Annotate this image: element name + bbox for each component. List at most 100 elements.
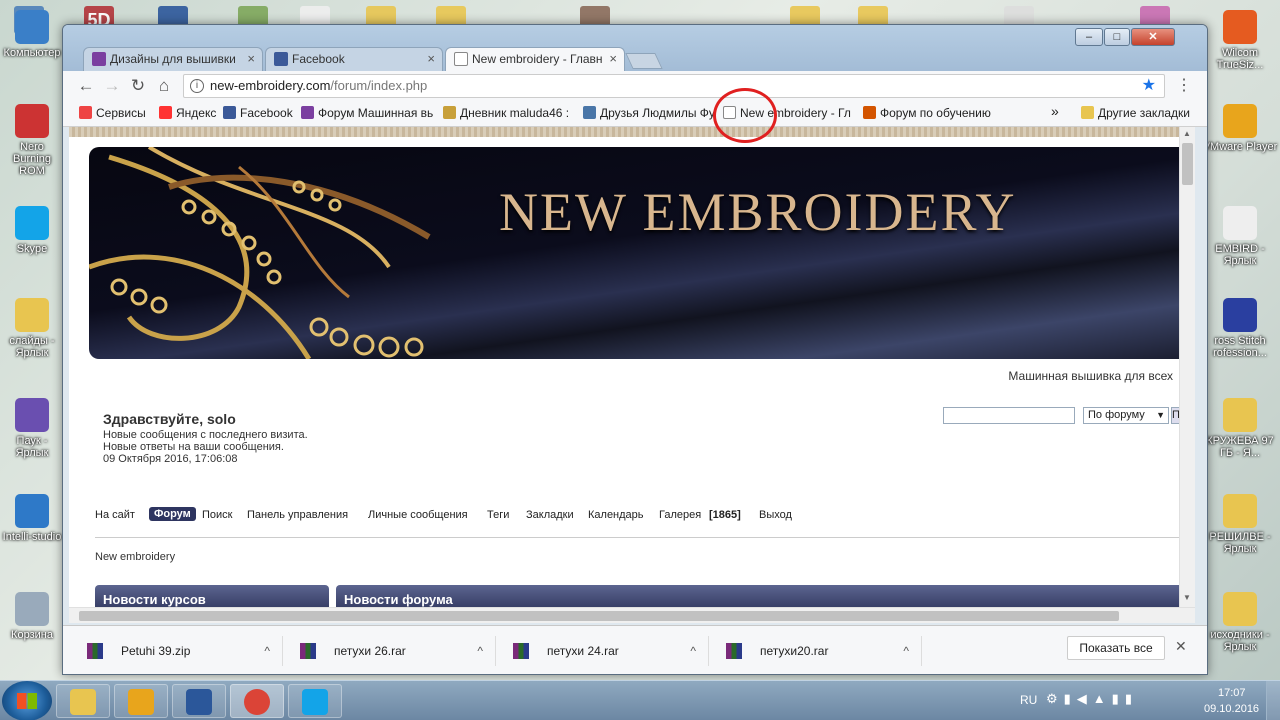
close-tab-icon[interactable]: × (427, 48, 435, 70)
tab-facebook[interactable]: Facebook × (265, 47, 443, 71)
desktop-icon-image (15, 398, 49, 432)
desktop-icon[interactable]: Wilcom TrueSiz... (1200, 10, 1280, 71)
show-desktop-button[interactable] (1266, 681, 1280, 720)
taskbar-app-skype[interactable] (288, 684, 342, 718)
desktop-icon[interactable]: ross Stitch rofession... (1200, 298, 1280, 359)
scroll-down-arrow-icon[interactable]: ▼ (1183, 593, 1191, 602)
desktop-icon-label: исходники - Ярлык (1210, 629, 1270, 653)
page-icon (454, 52, 468, 66)
back-button[interactable]: ← (75, 75, 97, 97)
chevron-up-icon[interactable]: ^ (477, 636, 483, 666)
bookmark-item[interactable]: Друзья Людмилы Фу (583, 106, 715, 120)
vertical-scrollbar[interactable]: ▲ ▼ (1179, 127, 1195, 607)
clock-time[interactable]: 17:07 (1218, 687, 1246, 699)
nav-link[interactable]: Закладки (526, 509, 574, 521)
nav-link[interactable]: Личные сообщения (368, 509, 468, 521)
annotation-circle (713, 88, 777, 143)
bookmark-item[interactable]: Facebook (223, 106, 293, 120)
nav-link[interactable]: Панель управления (247, 509, 348, 521)
nav-link[interactable]: Календарь (588, 509, 644, 521)
facebook-icon (223, 106, 236, 119)
desktop-icon[interactable]: Паук - Ярлык (0, 398, 64, 459)
bookmark-item[interactable]: Дневник maluda46 : (443, 106, 569, 120)
forward-button[interactable]: → (101, 75, 123, 97)
address-bar[interactable]: i new-embroidery.com/forum/index.php ★ (183, 74, 1165, 98)
breadcrumb[interactable]: New embroidery (95, 551, 175, 563)
desktop-icon-label: ross Stitch rofession... (1213, 335, 1267, 359)
bookmarks-overflow-button[interactable]: » (1051, 103, 1059, 119)
nav-link[interactable]: Форум (149, 507, 196, 521)
desktop-icon[interactable]: слайды - Ярлык (0, 298, 64, 359)
chevron-up-icon[interactable]: ^ (903, 636, 909, 666)
scroll-thumb[interactable] (1182, 143, 1193, 185)
greeting: Здравствуйте, solo (103, 411, 236, 427)
home-icon[interactable]: ⌂ (153, 75, 175, 97)
menu-icon[interactable]: ⋮ (1173, 75, 1195, 97)
windows-logo-icon (17, 693, 37, 709)
folder-icon (1081, 106, 1094, 119)
minimize-button[interactable]: – (1075, 28, 1103, 46)
taskbar-app-explorer[interactable] (56, 684, 110, 718)
new-tab-button[interactable] (625, 53, 663, 69)
taskbar-app-chrome[interactable] (230, 684, 284, 718)
search-input[interactable] (943, 407, 1075, 424)
show-all-downloads-button[interactable]: Показать все (1067, 636, 1165, 660)
reload-button[interactable]: ↻ (127, 75, 149, 97)
site-banner[interactable]: NEW EMBROIDERY (89, 147, 1185, 359)
bookmark-label: Facebook (240, 106, 293, 120)
language-indicator[interactable]: RU (1020, 693, 1037, 707)
desktop-icon-image (15, 298, 49, 332)
bookmark-item[interactable]: Сервисы (79, 106, 146, 120)
nav-link[interactable]: На сайт (95, 509, 135, 521)
close-downloads-button[interactable]: ✕ (1175, 638, 1187, 655)
dropdown-arrow-icon: ▼ (1156, 410, 1165, 420)
download-item[interactable]: петухи 24.rar ^ (497, 636, 709, 666)
chevron-up-icon[interactable]: ^ (264, 636, 270, 666)
info-icon[interactable]: i (190, 79, 204, 93)
nav-link[interactable]: [1865] (709, 509, 741, 521)
forum-favicon-icon (301, 106, 314, 119)
nav-link[interactable]: Галерея (659, 509, 701, 521)
desktop-icon[interactable]: Корзина (0, 592, 64, 641)
desktop-icon[interactable]: Компьютер (0, 10, 64, 59)
facebook-icon (274, 52, 288, 66)
search-scope-select[interactable]: По форуму ▼ (1083, 407, 1169, 424)
desktop-icon[interactable]: Nero Burning ROM (0, 104, 64, 177)
nav-link[interactable]: Поиск (202, 509, 232, 521)
desktop-icon[interactable]: EMBIRD - Ярлык (1200, 206, 1280, 267)
tab-designs[interactable]: Дизайны для вышивки × (83, 47, 263, 71)
scroll-up-arrow-icon[interactable]: ▲ (1183, 129, 1191, 138)
new-replies-link[interactable]: Новые ответы на ваши сообщения. (103, 441, 284, 453)
new-messages-link[interactable]: Новые сообщения с последнего визита. (103, 429, 308, 441)
download-item[interactable]: петухи20.rar ^ (710, 636, 922, 666)
horizontal-scrollbar[interactable] (69, 607, 1195, 623)
taskbar-app-word[interactable] (172, 684, 226, 718)
bookmark-star-icon[interactable]: ★ (1142, 75, 1156, 97)
nav-link[interactable]: Теги (487, 509, 509, 521)
maximize-button[interactable]: □ (1104, 28, 1130, 46)
bookmark-item[interactable]: Яндекс (159, 106, 216, 120)
download-item[interactable]: петухи 26.rar ^ (284, 636, 496, 666)
tab-new-embroidery[interactable]: New embroidery - Главн × (445, 47, 625, 71)
bookmark-item[interactable]: Форум Машинная вь (301, 106, 433, 120)
desktop-icon-image (1223, 104, 1257, 138)
close-window-button[interactable]: ✕ (1131, 28, 1175, 46)
start-button[interactable] (2, 681, 52, 720)
close-tab-icon[interactable]: × (247, 48, 255, 70)
taskbar-app-archicad[interactable] (114, 684, 168, 718)
desktop-icon[interactable]: Skype (0, 206, 64, 255)
nav-link[interactable]: Выход (759, 509, 792, 521)
download-item[interactable]: Petuhi 39.zip ^ (71, 636, 283, 666)
desktop-icon[interactable]: КРУЖЕВА 97 ГБ - Я... (1200, 398, 1280, 459)
desktop-icon[interactable]: Intelli-studio (0, 494, 64, 543)
other-bookmarks-folder[interactable]: Другие закладки (1081, 106, 1190, 120)
bookmark-item[interactable]: Форум по обучению (863, 106, 991, 120)
close-tab-icon[interactable]: × (609, 48, 617, 70)
desktop-icon[interactable]: РЕШИЛВЕ - Ярлык (1200, 494, 1280, 555)
clock-date[interactable]: 09.10.2016 (1204, 703, 1259, 715)
horizontal-scroll-thumb[interactable] (79, 611, 1119, 621)
desktop-icon[interactable]: исходники - Ярлык (1200, 592, 1280, 653)
desktop-icon[interactable]: VMware Player (1200, 104, 1280, 153)
chevron-up-icon[interactable]: ^ (690, 636, 696, 666)
tray-icons[interactable]: ⚙▮◀▲▮▮ (1046, 691, 1138, 707)
